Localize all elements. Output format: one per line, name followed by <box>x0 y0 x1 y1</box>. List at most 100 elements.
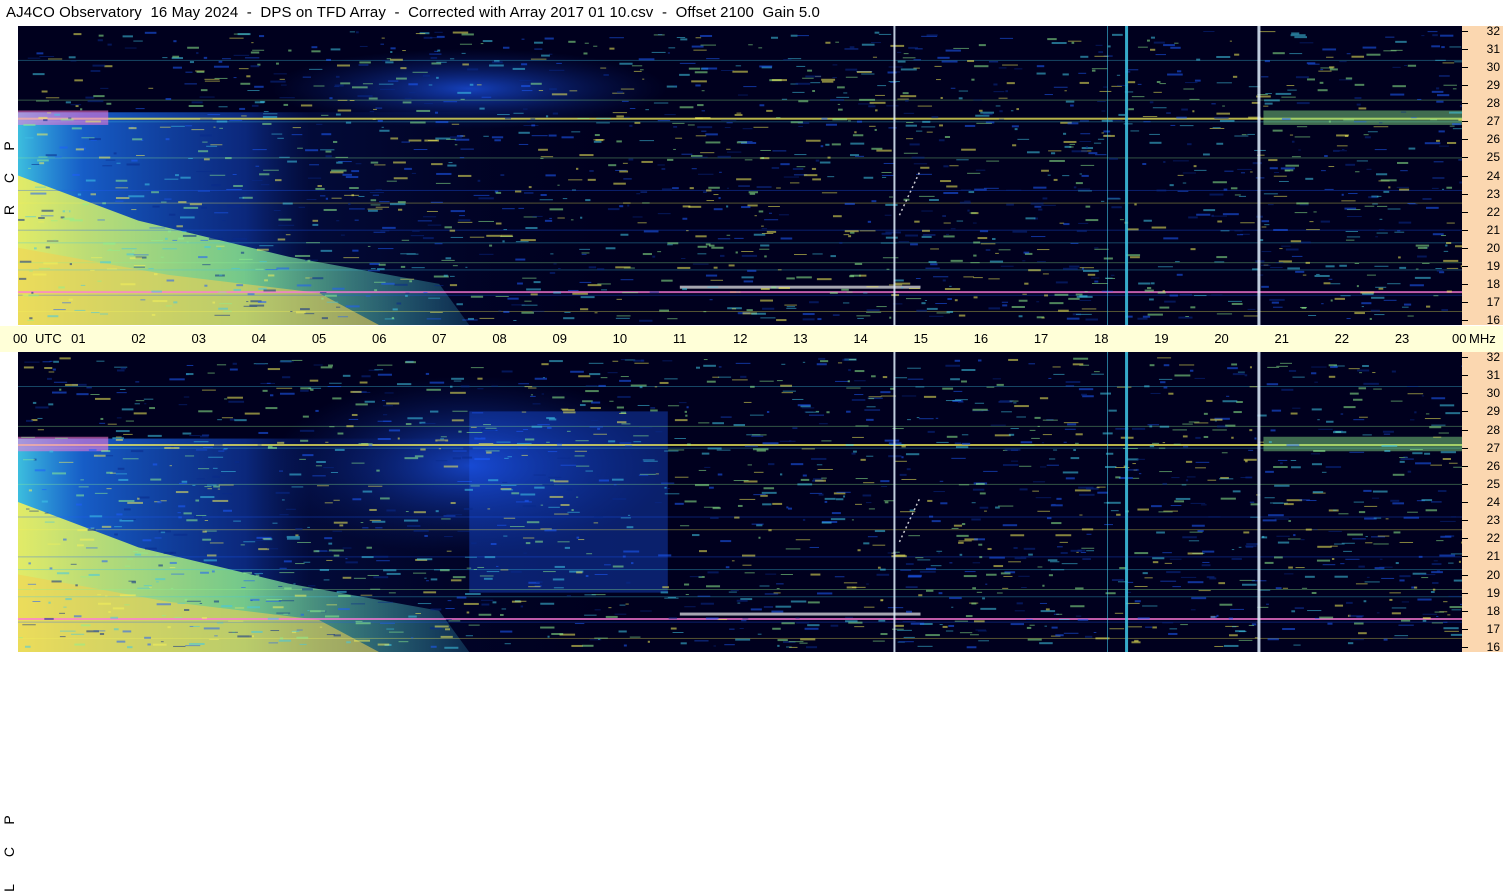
noise-speck <box>999 110 1002 112</box>
noise-speck <box>87 527 94 528</box>
noise-speck <box>123 35 133 37</box>
noise-speck <box>130 257 142 259</box>
noise-speck <box>458 431 461 433</box>
noise-speck <box>415 455 424 457</box>
noise-speck <box>1414 587 1417 589</box>
noise-speck <box>980 492 986 494</box>
noise-speck <box>374 369 383 370</box>
noise-speck <box>951 607 953 608</box>
noise-speck <box>331 170 346 172</box>
noise-speck <box>160 127 171 128</box>
noise-speck <box>1307 62 1315 64</box>
noise-speck <box>668 597 676 598</box>
noise-speck <box>215 78 228 79</box>
noise-speck <box>450 386 453 388</box>
noise-speck <box>120 389 126 390</box>
noise-speck <box>462 53 466 54</box>
noise-speck <box>835 381 849 382</box>
noise-speck <box>1132 463 1136 464</box>
noise-speck <box>327 302 339 303</box>
noise-speck <box>374 232 386 233</box>
noise-speck <box>806 140 821 142</box>
noise-speck <box>598 385 605 387</box>
noise-speck <box>447 165 456 167</box>
noise-speck <box>591 420 598 421</box>
noise-speck <box>1115 476 1120 478</box>
noise-speck <box>134 267 145 268</box>
noise-speck <box>1194 422 1208 423</box>
noise-speck <box>894 279 904 281</box>
noise-speck <box>783 59 791 60</box>
noise-speck <box>655 431 662 432</box>
noise-speck <box>23 294 29 296</box>
noise-speck <box>553 519 566 520</box>
noise-speck <box>869 126 876 127</box>
noise-speck <box>1424 453 1430 455</box>
noise-speck <box>972 502 976 503</box>
noise-speck <box>780 441 796 442</box>
noise-speck <box>309 69 322 70</box>
noise-speck <box>688 206 701 208</box>
noise-speck <box>881 486 887 487</box>
noise-speck <box>292 631 300 632</box>
noise-speck <box>1061 552 1068 554</box>
noise-speck <box>53 361 59 363</box>
noise-speck <box>871 148 882 150</box>
noise-speck <box>926 590 933 592</box>
noise-speck <box>1237 234 1243 235</box>
noise-speck <box>191 129 204 130</box>
noise-speck <box>831 625 839 627</box>
noise-speck <box>370 192 384 193</box>
interference-band <box>18 157 1462 158</box>
noise-speck <box>1217 82 1232 83</box>
noise-speck <box>172 56 179 58</box>
noise-speck <box>1312 463 1322 465</box>
noise-speck <box>1063 133 1066 135</box>
noise-speck <box>902 445 906 447</box>
noise-speck <box>383 405 393 406</box>
noise-speck <box>258 301 266 303</box>
noise-speck <box>213 468 218 469</box>
noise-speck <box>978 640 989 641</box>
interference-band <box>18 596 1462 597</box>
noise-speck <box>868 105 875 107</box>
noise-speck <box>48 602 50 604</box>
noise-speck <box>129 127 137 129</box>
noise-speck <box>885 204 897 206</box>
noise-speck <box>1233 373 1245 375</box>
noise-speck <box>821 440 831 441</box>
noise-speck <box>222 220 225 221</box>
noise-speck <box>370 263 380 265</box>
noise-speck <box>496 442 510 443</box>
noise-speck <box>219 275 222 276</box>
noise-speck <box>564 312 570 313</box>
noise-speck <box>1224 645 1239 647</box>
noise-speck <box>983 471 997 472</box>
noise-speck <box>47 241 59 242</box>
noise-speck <box>407 525 420 527</box>
noise-speck <box>221 605 232 607</box>
noise-speck <box>985 584 987 585</box>
noise-speck <box>726 566 730 568</box>
interference-band <box>18 448 1462 449</box>
noise-speck <box>118 468 125 470</box>
noise-speck <box>412 267 425 268</box>
noise-speck <box>540 199 553 200</box>
noise-speck <box>63 607 66 608</box>
noise-speck <box>832 512 841 514</box>
noise-speck <box>1268 204 1274 205</box>
noise-speck <box>1359 107 1367 109</box>
noise-speck <box>268 368 280 370</box>
noise-speck <box>754 472 764 473</box>
noise-speck <box>335 449 345 451</box>
noise-speck <box>1195 467 1206 468</box>
noise-speck <box>107 268 117 269</box>
noise-speck <box>209 639 219 640</box>
noise-speck <box>919 418 934 419</box>
noise-speck <box>621 517 631 518</box>
noise-speck <box>1022 260 1025 261</box>
noise-speck <box>1148 314 1163 316</box>
noise-speck <box>1307 610 1321 611</box>
noise-speck <box>673 126 677 127</box>
noise-speck <box>105 595 107 596</box>
